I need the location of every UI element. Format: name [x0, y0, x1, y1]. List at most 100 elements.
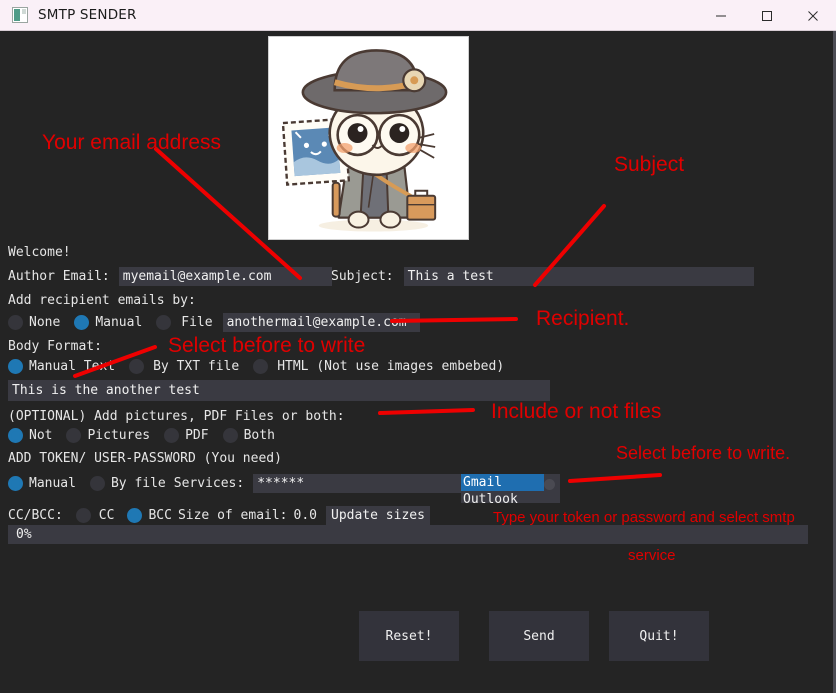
- radio-attach-pictures[interactable]: Pictures: [66, 428, 150, 443]
- annotation-service: service: [628, 547, 676, 564]
- radio-body-html[interactable]: HTML (Not use images embebed): [253, 359, 504, 374]
- radio-circle-icon: [66, 428, 81, 443]
- app-window-icon: [12, 7, 28, 23]
- radio-label: CC: [99, 508, 115, 523]
- annotation-type-token: Type your token or password and select s…: [493, 509, 795, 526]
- welcome-text-row: Welcome!: [8, 245, 71, 260]
- mascot-image: [268, 36, 469, 240]
- radio-label: PDF: [185, 428, 208, 443]
- progress-bar: 0%: [8, 525, 808, 544]
- radio-token-by-file[interactable]: By file: [90, 476, 166, 491]
- dropdown-knob-icon[interactable]: [544, 479, 555, 490]
- annotation-subject: Subject: [614, 153, 684, 177]
- radio-label: File: [181, 315, 212, 330]
- services-option-outlook[interactable]: Outlook: [461, 491, 544, 503]
- recipient-options-row: None Manual File anothermail@example.com: [8, 313, 420, 332]
- recipient-email-input[interactable]: anothermail@example.com: [223, 313, 420, 332]
- radio-attach-not[interactable]: Not: [8, 428, 52, 443]
- services-dropdown[interactable]: Gmail Outlook: [461, 474, 560, 503]
- recipient-header-label: Add recipient emails by:: [8, 293, 196, 308]
- radio-circle-icon: [223, 428, 238, 443]
- radio-circle-icon: [253, 359, 268, 374]
- client-area: Welcome! Author Email: myemail@example.c…: [0, 31, 836, 693]
- radio-label: Manual: [95, 315, 142, 330]
- radio-recipient-file[interactable]: File: [156, 315, 212, 330]
- body-text-input[interactable]: This is the another test: [8, 380, 550, 401]
- radio-label: Manual: [29, 476, 76, 491]
- radio-body-manual-text[interactable]: Manual Text: [8, 359, 115, 374]
- author-email-input[interactable]: myemail@example.com: [119, 267, 332, 286]
- close-icon[interactable]: [790, 0, 836, 31]
- radio-label: By TXT file: [153, 359, 239, 374]
- ccbcc-label: CC/BCC:: [8, 508, 63, 523]
- size-of-email-label: Size of email:: [178, 508, 288, 523]
- token-password-value: ******: [257, 476, 304, 491]
- radio-bcc[interactable]: BCC: [127, 508, 171, 523]
- services-option-gmail[interactable]: Gmail: [461, 474, 544, 491]
- window-controls: [698, 0, 836, 31]
- token-header-label: ADD TOKEN/ USER-PASSWORD (You need): [8, 451, 282, 466]
- author-email-value: myemail@example.com: [123, 269, 272, 284]
- subject-row: Subject: This a test: [331, 267, 754, 286]
- token-password-input[interactable]: ******: [253, 474, 473, 493]
- attachments-header-row: (OPTIONAL) Add pictures, PDF Files or bo…: [8, 409, 345, 424]
- size-of-email-value: 0.0: [294, 508, 317, 523]
- radio-recipient-manual[interactable]: Manual: [74, 315, 142, 330]
- annotation-recipient: Recipient.: [536, 307, 629, 331]
- subject-value: This a test: [408, 269, 494, 284]
- radio-circle-icon: [8, 359, 23, 374]
- radio-circle-icon: [164, 428, 179, 443]
- annotation-select-before-write: Select before to write: [168, 334, 365, 358]
- radio-attach-pdf[interactable]: PDF: [164, 428, 208, 443]
- ccbcc-row: CC/BCC: CC BCC Size of email: 0.0 Update…: [8, 506, 430, 525]
- author-email-label: Author Email:: [8, 269, 110, 284]
- body-text-value: This is the another test: [12, 383, 200, 398]
- radio-body-txt-file[interactable]: By TXT file: [129, 359, 239, 374]
- subject-input[interactable]: This a test: [404, 267, 754, 286]
- radio-label: None: [29, 315, 60, 330]
- radio-circle-icon: [127, 508, 142, 523]
- annotation-select-before-write-2: Select before to write.: [616, 443, 790, 464]
- radio-label: Not: [29, 428, 52, 443]
- radio-circle-icon: [129, 359, 144, 374]
- body-format-options-row: Manual Text By TXT file HTML (Not use im…: [8, 359, 504, 374]
- send-button[interactable]: Send: [489, 611, 589, 661]
- radio-circle-icon: [8, 476, 23, 491]
- annotation-your-email-address: Your email address: [42, 131, 221, 155]
- radio-circle-icon: [90, 476, 105, 491]
- token-options-row: Manual By file Services: ******: [8, 474, 473, 493]
- update-sizes-button[interactable]: Update sizes: [326, 506, 430, 525]
- minimize-icon[interactable]: [698, 0, 744, 31]
- annotation-include-or-not-files: Include or not files: [491, 400, 661, 424]
- radio-cc[interactable]: CC: [76, 508, 115, 523]
- radio-circle-icon: [74, 315, 89, 330]
- smtp-sender-window: SMTP SENDER: [0, 0, 836, 693]
- author-email-row: Author Email: myemail@example.com: [8, 267, 332, 286]
- token-header-row: ADD TOKEN/ USER-PASSWORD (You need): [8, 451, 282, 466]
- radio-recipient-none[interactable]: None: [8, 315, 60, 330]
- body-format-header-label: Body Format:: [8, 339, 102, 354]
- recipient-email-value: anothermail@example.com: [227, 315, 407, 330]
- radio-attach-both[interactable]: Both: [223, 428, 275, 443]
- attachments-options-row: Not Pictures PDF Both: [8, 428, 275, 443]
- subject-label: Subject:: [331, 269, 394, 284]
- radio-label: Manual Text: [29, 359, 115, 374]
- radio-circle-icon: [76, 508, 91, 523]
- services-dropdown-list: Gmail Outlook: [461, 474, 544, 503]
- radio-token-manual[interactable]: Manual: [8, 476, 76, 491]
- attachments-header-label: (OPTIONAL) Add pictures, PDF Files or bo…: [8, 409, 345, 424]
- quit-button[interactable]: Quit!: [609, 611, 709, 661]
- radio-circle-icon: [8, 428, 23, 443]
- maximize-icon[interactable]: [744, 0, 790, 31]
- radio-label: Both: [244, 428, 275, 443]
- body-format-header-row: Body Format:: [8, 339, 102, 354]
- radio-label: Pictures: [87, 428, 150, 443]
- progress-value: 0%: [8, 527, 32, 542]
- radio-circle-icon: [8, 315, 23, 330]
- reset-button[interactable]: Reset!: [359, 611, 459, 661]
- radio-label: HTML (Not use images embebed): [277, 359, 504, 374]
- radio-circle-icon: [156, 315, 171, 330]
- radio-label: By file: [111, 476, 166, 491]
- window-title: SMTP SENDER: [38, 7, 137, 23]
- services-label: Services:: [174, 476, 244, 491]
